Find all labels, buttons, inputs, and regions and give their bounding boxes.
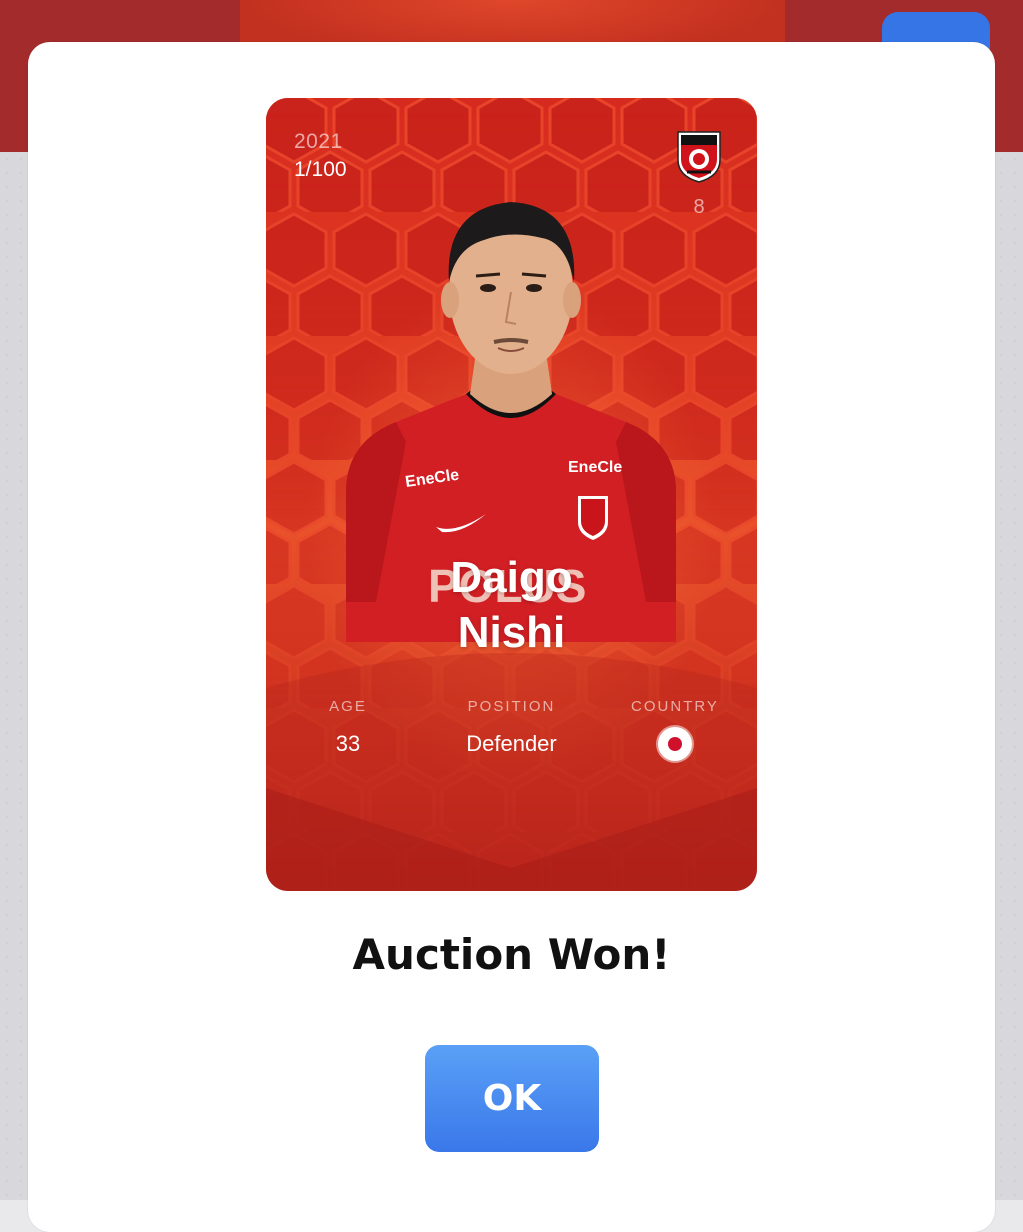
stat-position: POSITION Defender [446,698,577,757]
age-value: 33 [335,731,361,756]
age-label: AGE [329,698,367,715]
country-label: COUNTRY [631,698,719,715]
auction-won-modal: 2021 1/100 8 EneCle EneCle POLUS Daigo N… [28,42,995,1232]
position-value: Defender [466,731,557,756]
stat-age: AGE 33 [306,698,390,757]
player-card[interactable]: 2021 1/100 8 EneCle EneCle POLUS Daigo N… [266,98,757,891]
stat-country: COUNTRY [622,698,728,765]
position-label: POSITION [467,698,556,715]
modal-title: Auction Won! [352,930,671,979]
player-name: Daigo Nishi [266,550,757,660]
ok-button[interactable]: OK [425,1045,599,1152]
japan-flag-icon [658,727,692,761]
player-last-name: Nishi [457,608,566,657]
svg-text:EneCle: EneCle [568,459,622,476]
player-first-name: Daigo [450,553,573,602]
